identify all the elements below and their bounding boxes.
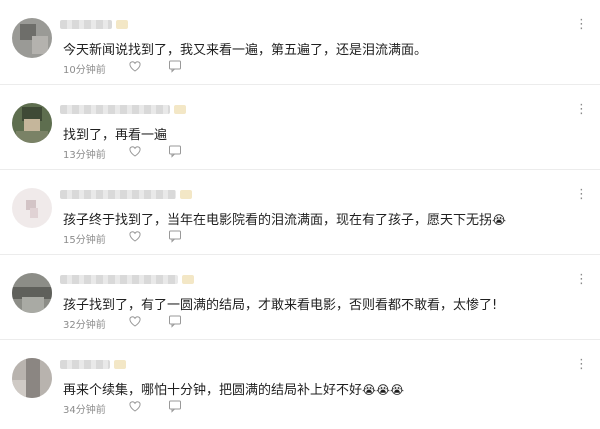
comment-item: ⋮ 孩子找到了，有了一圆满的结局，才敢来看电影，否则看都不敢看，太惨了! 32分… bbox=[0, 255, 600, 340]
username[interactable] bbox=[60, 190, 176, 199]
user-badge bbox=[116, 20, 128, 29]
heart-icon[interactable] bbox=[128, 314, 142, 328]
comment-icon[interactable] bbox=[168, 314, 182, 328]
comment-icon[interactable] bbox=[168, 144, 182, 158]
heart-icon[interactable] bbox=[128, 229, 142, 243]
comment-item: ⋮ 今天新闻说找到了，我又来看一遍，第五遍了，还是泪流满面。 10分钟前 bbox=[0, 0, 600, 85]
avatar[interactable] bbox=[12, 273, 52, 313]
timestamp: 10分钟前 bbox=[63, 65, 106, 76]
comment-icon[interactable] bbox=[168, 59, 182, 73]
username[interactable] bbox=[60, 20, 112, 29]
avatar[interactable] bbox=[12, 358, 52, 398]
more-options-icon[interactable]: ⋮ bbox=[575, 18, 588, 31]
comment-text: 找到了，再看一遍 bbox=[63, 128, 168, 143]
username[interactable] bbox=[60, 360, 110, 369]
avatar[interactable] bbox=[12, 18, 52, 58]
comment-text: 孩子终于找到了，当年在电影院看的泪流满面，现在有了孩子，愿天下无拐😭 bbox=[63, 213, 507, 228]
user-badge bbox=[182, 275, 194, 284]
comment-icon[interactable] bbox=[168, 229, 182, 243]
avatar[interactable] bbox=[12, 103, 52, 143]
more-options-icon[interactable]: ⋮ bbox=[575, 103, 588, 116]
comment-text: 今天新闻说找到了，我又来看一遍，第五遍了，还是泪流满面。 bbox=[63, 43, 428, 58]
comment-item: ⋮ 孩子终于找到了，当年在电影院看的泪流满面，现在有了孩子，愿天下无拐😭 15分… bbox=[0, 170, 600, 255]
more-options-icon[interactable]: ⋮ bbox=[575, 358, 588, 371]
heart-icon[interactable] bbox=[128, 144, 142, 158]
username[interactable] bbox=[60, 275, 178, 284]
username[interactable] bbox=[60, 105, 170, 114]
more-options-icon[interactable]: ⋮ bbox=[575, 273, 588, 286]
timestamp: 32分钟前 bbox=[63, 320, 106, 331]
timestamp: 13分钟前 bbox=[63, 150, 106, 161]
comment-icon[interactable] bbox=[168, 399, 182, 413]
comment-item: ⋮ 再来个续集，哪怕十分钟，把圆满的结局补上好不好😭😭😭 34分钟前 bbox=[0, 340, 600, 425]
user-badge bbox=[174, 105, 186, 114]
timestamp: 15分钟前 bbox=[63, 235, 106, 246]
user-badge bbox=[114, 360, 126, 369]
comment-text: 再来个续集，哪怕十分钟，把圆满的结局补上好不好😭😭😭 bbox=[63, 383, 405, 398]
user-badge bbox=[180, 190, 192, 199]
comment-text: 孩子找到了，有了一圆满的结局，才敢来看电影，否则看都不敢看，太惨了! bbox=[63, 298, 498, 313]
heart-icon[interactable] bbox=[128, 59, 142, 73]
emoji: 😭 bbox=[492, 213, 507, 227]
avatar[interactable] bbox=[12, 188, 52, 228]
heart-icon[interactable] bbox=[128, 399, 142, 413]
emoji: 😭😭😭 bbox=[362, 383, 405, 397]
timestamp: 34分钟前 bbox=[63, 405, 106, 416]
comment-item: ⋮ 找到了，再看一遍 13分钟前 bbox=[0, 85, 600, 170]
more-options-icon[interactable]: ⋮ bbox=[575, 188, 588, 201]
